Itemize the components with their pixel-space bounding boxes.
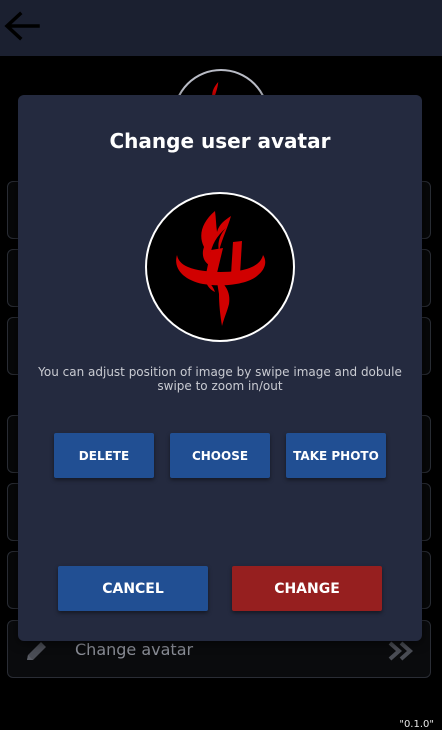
arrow-left-icon bbox=[4, 11, 40, 41]
back-button[interactable] bbox=[2, 8, 42, 48]
change-button[interactable]: CHANGE bbox=[232, 566, 382, 611]
avatar-preview[interactable] bbox=[145, 192, 295, 342]
app-version: "0.1.0" bbox=[399, 719, 434, 730]
double-chevron-right-icon bbox=[388, 641, 414, 661]
choose-button[interactable]: CHOOSE bbox=[170, 433, 270, 478]
dialog-title: Change user avatar bbox=[109, 129, 331, 153]
delete-button[interactable]: DELETE bbox=[54, 433, 154, 478]
take-photo-button[interactable]: TAKE PHOTO bbox=[286, 433, 386, 478]
cancel-button[interactable]: CANCEL bbox=[58, 566, 208, 611]
pencil-icon bbox=[27, 642, 46, 660]
top-app-bar bbox=[0, 0, 442, 56]
adjust-hint-text: You can adjust position of image by swip… bbox=[38, 365, 402, 393]
change-avatar-dialog: Change user avatar You can adjust positi… bbox=[18, 95, 422, 641]
flame-logo-icon bbox=[176, 211, 266, 326]
change-avatar-label: Change avatar bbox=[75, 640, 194, 659]
